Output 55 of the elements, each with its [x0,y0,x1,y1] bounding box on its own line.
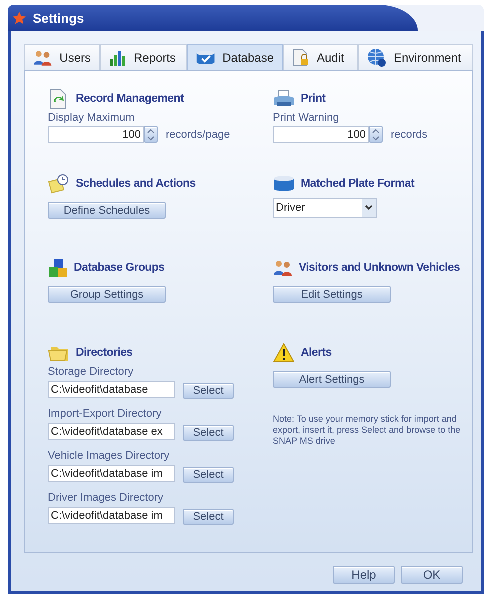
database-icon [196,48,216,66]
section-heading: Schedules and Actions [76,178,196,190]
database-icon [273,175,295,193]
users-icon [273,260,293,276]
field-label: Display Maximum [48,112,136,124]
number-field[interactable]: 100 [273,126,369,143]
path-field[interactable]: C:\videofit\database im [48,507,175,524]
field-label: Storage Directory [48,366,135,378]
globe-icon [367,48,387,68]
section-heading: Print [301,93,326,105]
section-heading: Matched Plate Format [301,178,414,190]
unit-label: records/page [166,128,230,140]
warning-icon [273,343,295,363]
field-label: Print Warning [273,112,340,124]
clock-note-icon [48,174,70,194]
tab[interactable]: Reports [100,44,187,70]
note-text: Note: To use your memory stick for import and export, insert it, press Select and browse to the SNAP MS drive [273,414,462,447]
settings-button[interactable]: Edit Settings [273,286,391,303]
unit-label: records [391,128,428,140]
bar-chart-icon [109,50,127,66]
tab[interactable]: Database [187,44,283,70]
section-heading: Alerts [301,347,332,359]
chevron-down-icon [362,199,376,217]
field-label: Vehicle Images Directory [48,450,171,462]
spinner-arrows[interactable] [144,126,158,143]
section-heading: Record Management [76,93,184,105]
printer-icon [273,90,295,108]
users-icon [33,50,53,66]
field-label: Import-Export Directory [48,408,163,420]
number-field[interactable]: 100 [48,126,144,143]
settings-button[interactable]: Alert Settings [273,371,391,388]
section-heading: Visitors and Unknown Vehicles [299,262,460,274]
select-button[interactable]: Select [183,383,234,399]
path-field[interactable]: C:\videofit\database ex [48,423,175,440]
tab[interactable]: Users [24,44,100,70]
tab[interactable]: Audit [283,44,358,70]
path-field[interactable]: C:\videofit\database [48,381,175,398]
select-button[interactable]: Select [183,467,234,483]
settings-button[interactable]: Define Schedules [48,202,166,219]
tab[interactable]: Environment [358,44,473,70]
blocks-icon [48,258,68,278]
window-title: Settings [33,10,84,26]
section-heading: Directories [76,347,133,359]
star-icon [13,12,26,24]
select-button[interactable]: Select [183,509,234,525]
dialog-button[interactable]: Help [333,566,395,584]
spinner-arrows[interactable] [369,126,383,143]
path-field[interactable]: C:\videofit\database im [48,465,175,482]
dropdown[interactable]: Driver [273,198,377,218]
section-heading: Database Groups [74,262,165,274]
dialog-button[interactable]: OK [401,566,463,584]
document-lock-icon [292,48,310,66]
field-label: Driver Images Directory [48,492,165,504]
select-button[interactable]: Select [183,425,234,441]
settings-button[interactable]: Group Settings [48,286,166,303]
